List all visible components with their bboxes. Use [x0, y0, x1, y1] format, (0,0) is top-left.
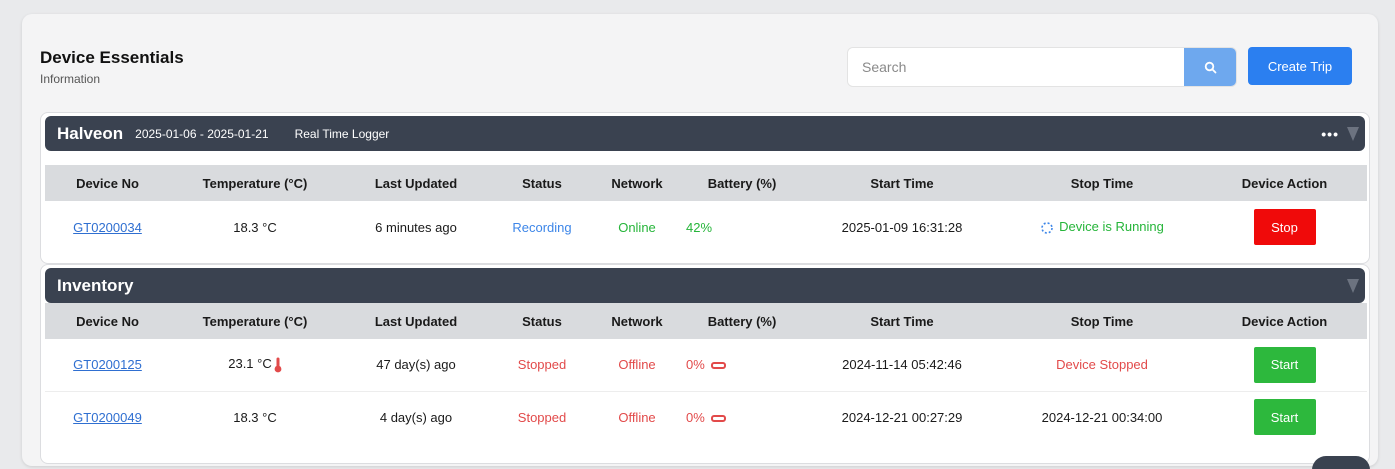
- page-subtitle: Information: [40, 72, 101, 86]
- table-row: GT0200034 18.3 °C 6 minutes ago Recordin…: [45, 201, 1367, 253]
- last-updated-value: 47 day(s) ago: [376, 357, 456, 373]
- col-temperature[interactable]: Temperature (°C): [170, 165, 340, 201]
- col-status[interactable]: Status: [492, 165, 592, 201]
- status-badge: Stopped: [517, 357, 567, 373]
- group-name: Halveon: [57, 123, 124, 143]
- table-row: GT0200125 23.1 °C 47 day(s) ago Stopped …: [45, 339, 1367, 392]
- group-logger-type: Real Time Logger: [294, 126, 390, 141]
- temperature-value: 18.3 °C: [233, 409, 277, 425]
- search-icon: [1204, 61, 1216, 73]
- battery-empty-icon: [710, 362, 726, 370]
- device-no-link[interactable]: GT0200049: [73, 410, 142, 425]
- battery-empty-icon: [710, 414, 726, 422]
- start-time-value: 2024-12-21 00:27:29: [841, 409, 963, 425]
- device-table: Device No Temperature (°C) Last Updated …: [45, 303, 1367, 443]
- battery-value: 42%: [686, 219, 713, 235]
- start-button[interactable]: Start: [1253, 346, 1316, 383]
- col-temperature[interactable]: Temperature (°C): [170, 303, 340, 339]
- col-battery[interactable]: Battery (%): [682, 303, 802, 339]
- col-stop-time[interactable]: Stop Time: [1002, 165, 1202, 201]
- col-network[interactable]: Network: [592, 165, 682, 201]
- last-updated-value: 4 day(s) ago: [379, 409, 453, 425]
- group-name: Inventory: [57, 275, 134, 295]
- search-bar: [848, 48, 1236, 86]
- create-trip-button[interactable]: Create Trip: [1248, 47, 1352, 85]
- network-status: Offline: [618, 409, 656, 425]
- start-time-value: 2025-01-09 16:31:28: [841, 219, 963, 235]
- filter-icon[interactable]: [1347, 278, 1359, 293]
- device-group-inventory: Inventory Device No Temperature (°C) Las…: [40, 264, 1370, 464]
- temperature-value: 23.1 °C: [228, 356, 272, 372]
- status-badge: Recording: [512, 219, 572, 235]
- network-status: Offline: [618, 357, 656, 373]
- col-battery[interactable]: Battery (%): [682, 165, 802, 201]
- last-updated-value: 6 minutes ago: [375, 219, 457, 235]
- floating-help-button[interactable]: [1312, 456, 1370, 469]
- thermometer-icon: [274, 357, 282, 373]
- network-status: Online: [618, 219, 656, 235]
- col-last-updated[interactable]: Last Updated: [340, 303, 492, 339]
- col-network[interactable]: Network: [592, 303, 682, 339]
- spinner-icon: [1041, 221, 1053, 234]
- table-row: GT0200049 18.3 °C 4 day(s) ago Stopped O…: [45, 391, 1367, 443]
- more-dots-icon[interactable]: •••: [1321, 126, 1339, 142]
- status-badge: Stopped: [517, 409, 567, 425]
- temperature-value: 18.3 °C: [233, 219, 277, 235]
- col-stop-time[interactable]: Stop Time: [1002, 303, 1202, 339]
- col-device-action: Device Action: [1241, 313, 1328, 329]
- device-no-link[interactable]: GT0200125: [73, 357, 142, 372]
- col-device-action: Device Action: [1241, 175, 1328, 191]
- start-button[interactable]: Start: [1253, 399, 1316, 436]
- col-status[interactable]: Status: [492, 303, 592, 339]
- search-input[interactable]: [848, 48, 1184, 86]
- search-button[interactable]: [1184, 48, 1236, 86]
- page-title: Device Essentials: [40, 48, 184, 67]
- table-header-row: Device No Temperature (°C) Last Updated …: [45, 303, 1367, 339]
- battery-value: 0%: [686, 409, 705, 425]
- stop-time-value: Device Stopped: [1056, 357, 1148, 373]
- group-bar-controls: [1347, 268, 1359, 303]
- filter-icon[interactable]: [1347, 126, 1359, 141]
- group-date-range: 2025-01-06 - 2025-01-21: [135, 126, 269, 141]
- col-device-no[interactable]: Device No: [45, 303, 170, 339]
- device-no-link[interactable]: GT0200034: [73, 220, 142, 235]
- start-time-value: 2024-11-14 05:42:46: [842, 357, 962, 373]
- group-header-bar[interactable]: Halveon 2025-01-06 - 2025-01-21 Real Tim…: [45, 116, 1365, 151]
- col-device-no[interactable]: Device No: [45, 165, 170, 201]
- group-header-bar[interactable]: Inventory: [45, 268, 1365, 303]
- stop-button[interactable]: Stop: [1253, 209, 1316, 245]
- device-group-halveon: Halveon 2025-01-06 - 2025-01-21 Real Tim…: [40, 112, 1370, 264]
- device-essentials-card: Device Essentials Information Create Tri…: [22, 14, 1378, 466]
- table-header-row: Device No Temperature (°C) Last Updated …: [45, 165, 1367, 201]
- group-bar-controls: •••: [1321, 116, 1359, 151]
- col-start-time[interactable]: Start Time: [802, 303, 1002, 339]
- col-start-time[interactable]: Start Time: [802, 165, 1002, 201]
- stop-time-value: Device is Running: [1059, 219, 1164, 235]
- col-last-updated[interactable]: Last Updated: [340, 165, 492, 201]
- stop-time-value: 2024-12-21 00:34:00: [1041, 409, 1163, 425]
- device-table: Device No Temperature (°C) Last Updated …: [45, 165, 1367, 253]
- battery-value: 0%: [686, 357, 705, 373]
